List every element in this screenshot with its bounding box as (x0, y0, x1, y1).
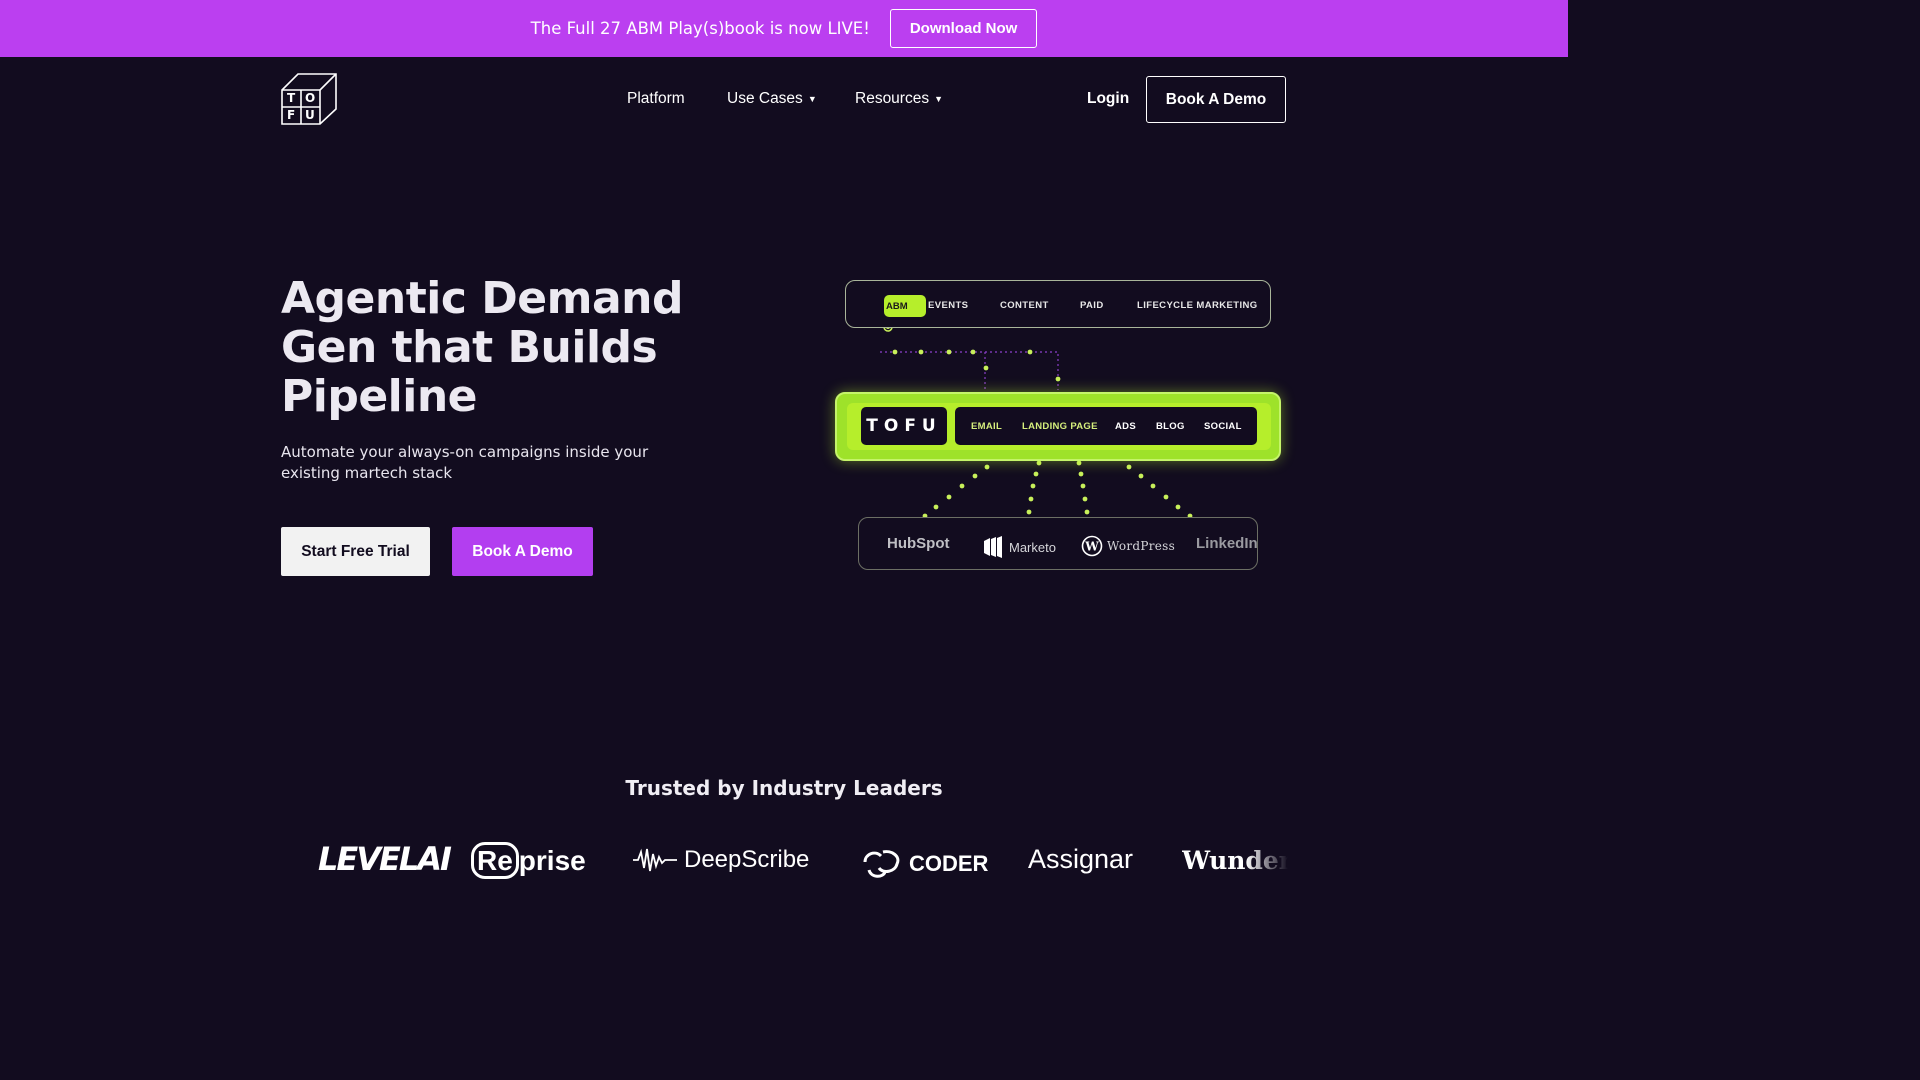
channel-landing-page: LANDING PAGE (1022, 421, 1098, 432)
caret-down-icon: ▼ (934, 94, 944, 104)
channel-email: EMAIL (971, 421, 1003, 432)
caret-down-icon: ▼ (807, 94, 817, 104)
use-case-tabs: ABM EVENTS CONTENT PAID LIFECYCLE MARKET… (845, 280, 1271, 328)
logo-letter-o: O (305, 91, 316, 105)
waveform-icon (633, 848, 677, 872)
banner-text: The Full 27 ABM Play(s)book is now LIVE! (530, 19, 870, 38)
start-free-trial-button[interactable]: Start Free Trial (281, 527, 430, 576)
assignar-logo: Assignar (1028, 844, 1134, 874)
trusted-heading: Trusted by Industry Leaders (625, 776, 943, 800)
login-link[interactable]: Login (1087, 90, 1129, 108)
deepscribe-logo: DeepScribe (632, 846, 809, 874)
reprise-logo-text: prise (518, 845, 586, 876)
svg-text:W: W (1084, 540, 1099, 554)
wordpress-icon: W (1081, 535, 1103, 557)
announcement-banner: The Full 27 ABM Play(s)book is now LIVE!… (0, 0, 1568, 57)
channel-list: EMAIL LANDING PAGE ADS BLOG SOCIAL (955, 407, 1257, 445)
reprise-logo-mark: Re (471, 842, 519, 879)
tofu-logo[interactable]: T O F U (281, 73, 337, 125)
channel-blog: BLOG (1156, 421, 1185, 432)
hubspot-logo: HubSpot (887, 535, 950, 552)
reprise-logo: Re prise (471, 842, 586, 879)
tab-lifecycle-marketing[interactable]: LIFECYCLE MARKETING (1137, 300, 1258, 311)
coder-logo: CODER (861, 848, 988, 880)
integrations-strip: HubSpot Marketo W WordPress LinkedIn (858, 517, 1258, 570)
hero-book-demo-button[interactable]: Book A Demo (452, 527, 593, 576)
tab-paid[interactable]: PAID (1080, 300, 1104, 311)
hero-subtitle: Automate your always-on campaigns inside… (281, 443, 649, 482)
logo-letter-t: T (287, 91, 296, 105)
channel-ads: ADS (1115, 421, 1136, 432)
wordpress-logo: W WordPress (1081, 535, 1175, 557)
marketo-label: Marketo (1009, 539, 1056, 555)
tofu-hub-inner: TOFU EMAIL LANDING PAGE ADS BLOG SOCIAL (847, 403, 1271, 450)
tab-content[interactable]: CONTENT (1000, 300, 1049, 311)
marketo-icon (984, 536, 1002, 558)
deepscribe-label: DeepScribe (684, 846, 810, 873)
marketo-logo: Marketo (981, 535, 1056, 559)
hero-title: Agentic Demand Gen that Builds Pipeline (281, 273, 683, 422)
tofu-wordmark: TOFU (861, 407, 947, 445)
levelai-logo: LEVELAI (318, 840, 452, 878)
coder-icon (863, 850, 900, 878)
tab-abm[interactable]: ABM (884, 295, 926, 317)
nav-platform-label: Platform (627, 90, 685, 107)
nav-resources[interactable]: Resources ▼ (855, 89, 943, 109)
tofu-hub: TOFU EMAIL LANDING PAGE ADS BLOG SOCIAL (835, 392, 1281, 461)
nav-use-cases-label: Use Cases (727, 90, 803, 107)
nav-resources-label: Resources (855, 90, 930, 107)
product-diagram: ABM EVENTS CONTENT PAID LIFECYCLE MARKET… (830, 275, 1290, 580)
tab-events[interactable]: EVENTS (928, 300, 968, 311)
logo-letter-u: U (305, 108, 315, 122)
nav-book-demo-button[interactable]: Book A Demo (1146, 76, 1286, 123)
nav-use-cases[interactable]: Use Cases ▼ (727, 89, 817, 109)
download-now-button[interactable]: Download Now (889, 9, 1038, 48)
nav-platform[interactable]: Platform (627, 89, 685, 109)
wordpress-label: WordPress (1107, 539, 1176, 553)
tab-abm-label: ABM (886, 300, 908, 312)
logo-letter-f: F (287, 108, 296, 122)
coder-label: CODER (909, 851, 989, 876)
channel-social: SOCIAL (1204, 421, 1242, 432)
linkedin-logo: LinkedIn (1196, 535, 1258, 552)
wunder-logo: Wunder (1182, 846, 1288, 875)
